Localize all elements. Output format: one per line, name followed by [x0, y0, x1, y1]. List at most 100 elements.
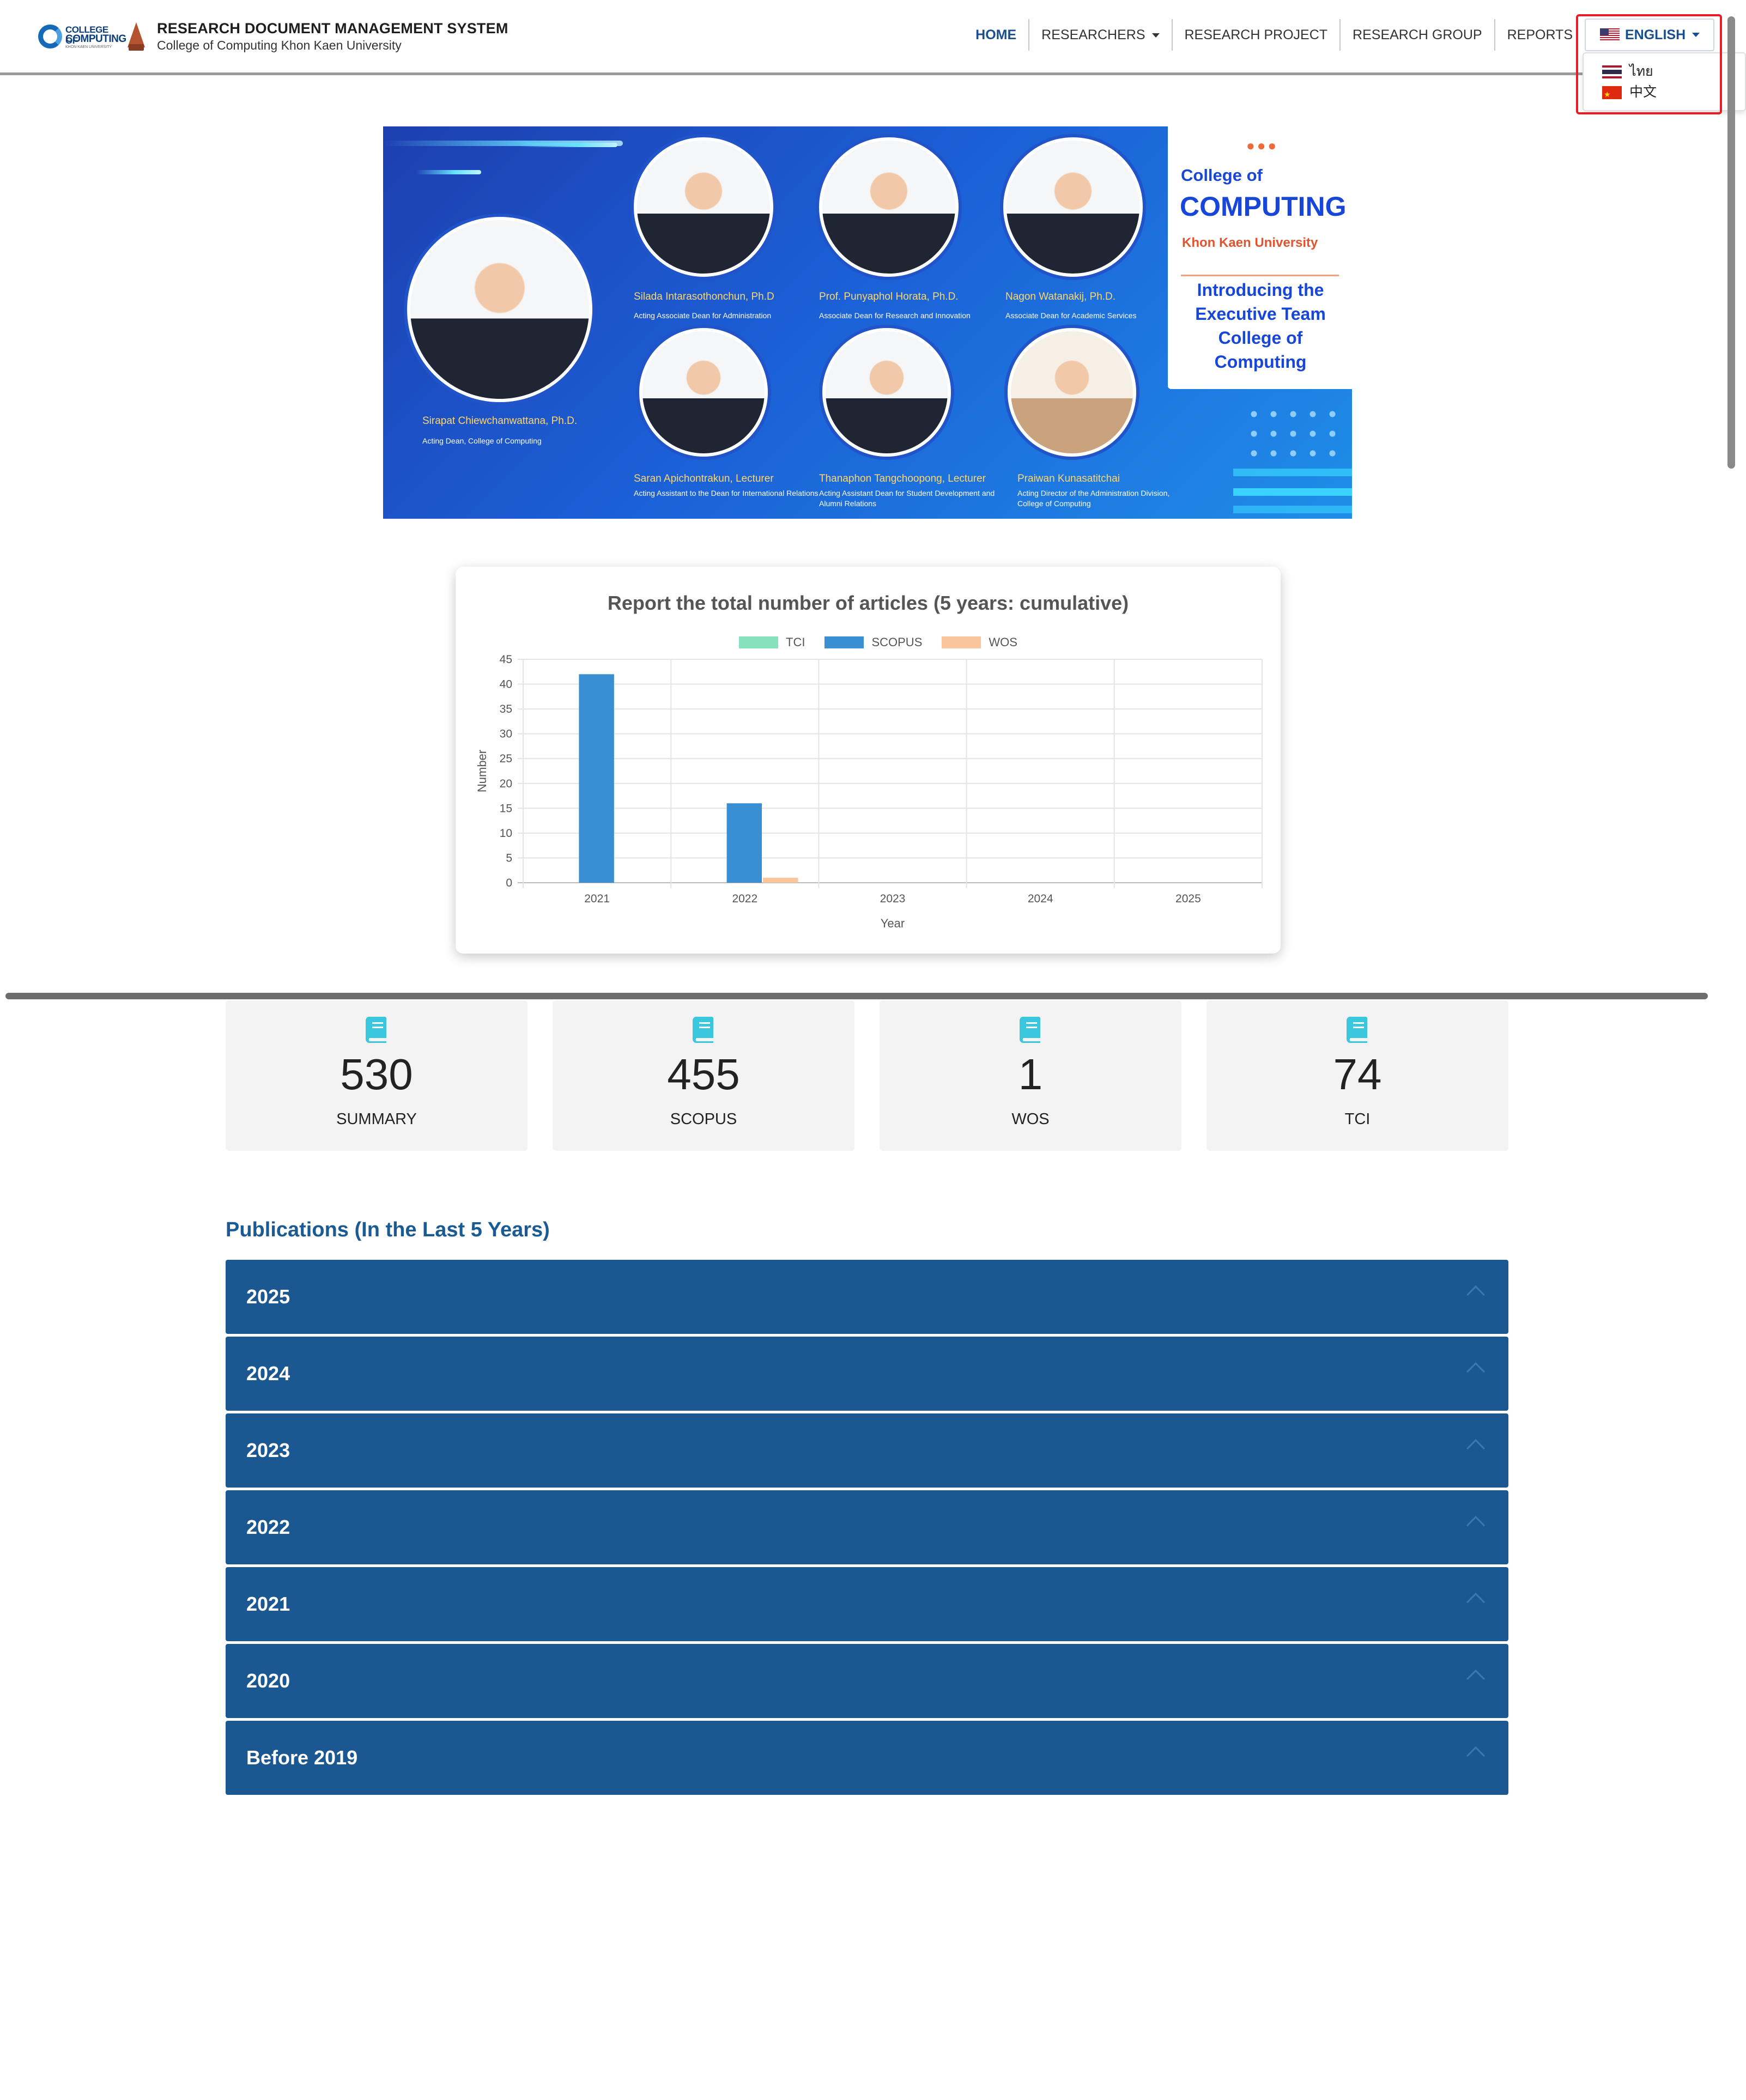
accordion-year-2024[interactable]: 2024 [226, 1337, 1508, 1411]
scrollbar[interactable] [1727, 16, 1735, 469]
nav-home[interactable]: HOME [963, 19, 1030, 51]
accordion-label: 2022 [246, 1516, 290, 1538]
banner-title-panel: ●●● College of COMPUTING Khon Kaen Unive… [1168, 126, 1352, 389]
bar-chart-svg: 0510152025303540452021 2022 2023 2024 2025Ye… [475, 653, 1263, 930]
book-icon [1346, 1017, 1367, 1043]
x-tick-label: 2021 [584, 893, 610, 905]
language-dropdown-menu: ไทย 中文 [1583, 52, 1746, 111]
banner-college-label: College of [1181, 166, 1263, 185]
x-tick-label: 2025 [1175, 893, 1201, 905]
banner-computing-label: COMPUTING [1180, 191, 1347, 222]
stat-label: TCI [1344, 1110, 1371, 1128]
y-tick-label: 30 [500, 728, 512, 741]
bar-scopus-2021 [579, 674, 614, 883]
x-axis-title: Year [881, 917, 905, 930]
y-tick-label: 5 [506, 852, 512, 864]
accordion-label: 2023 [246, 1439, 290, 1461]
articles-chart-card: Report the total number of articles (5 y… [456, 567, 1281, 954]
stat-label: SUMMARY [336, 1110, 417, 1128]
language-option-label: ไทย [1629, 64, 1653, 79]
person-name: Sirapat Chiewchanwattana, Ph.D. [422, 415, 578, 427]
nav-reports[interactable]: REPORTS [1495, 19, 1585, 51]
y-tick-label: 45 [500, 653, 512, 666]
th-flag-icon [1602, 65, 1622, 79]
us-flag-icon [1600, 28, 1620, 41]
accordion-year-2021[interactable]: 2021 [226, 1567, 1508, 1641]
person-role: Acting Assistant Dean for Student Develo… [819, 489, 995, 508]
portrait-photo [634, 137, 773, 277]
nav-research-project[interactable]: RESEARCH PROJECT [1173, 19, 1341, 51]
stat-label: WOS [1011, 1110, 1050, 1128]
nav-researchers[interactable]: RESEARCHERS [1029, 19, 1173, 51]
accordion-label: 2024 [246, 1362, 290, 1385]
dot-grid-decoration [1244, 404, 1342, 470]
chevron-up-icon [1466, 1593, 1485, 1611]
person-role: Acting Director of the Administration Di… [1017, 489, 1170, 508]
stat-value: 455 [667, 1050, 740, 1098]
chevron-up-icon [1466, 1285, 1485, 1304]
person-name: Silada Intarasothonchun, Ph.D [634, 291, 774, 302]
person-name: Nagon Watanakij, Ph.D. [1005, 291, 1116, 302]
publications-heading: Publications (In the Last 5 Years) [226, 1218, 550, 1241]
accordion-label: 2025 [246, 1285, 290, 1308]
person-name: Prof. Punyaphol Horata, Ph.D. [819, 291, 959, 302]
portrait-photo [1008, 328, 1136, 457]
stat-card-summary: 530 SUMMARY [226, 1000, 528, 1151]
person-role: Acting Associate Dean for Administration [634, 311, 772, 320]
main-nav: HOME RESEARCHERS RESEARCH PROJECT RESEAR… [963, 19, 1746, 51]
accordion-label: 2021 [246, 1593, 290, 1615]
site-subtitle: College of Computing Khon Kaen Universit… [157, 38, 402, 52]
portrait-photo [407, 217, 592, 402]
bar-wos-2022 [763, 877, 798, 883]
person-role: Acting Assistant to the Dean for Interna… [634, 489, 819, 497]
college-of-computing-logo: COLLEGE OF COMPUTING KHON KAEN UNIVERSIT… [38, 21, 126, 52]
person-name: Saran Apichontrakun, Lecturer [634, 473, 774, 484]
language-current-label: ENGLISH [1625, 27, 1686, 43]
executive-team-banner: ●●● College of COMPUTING Khon Kaen Unive… [383, 126, 1352, 519]
stat-card-tci: 74 TCI [1207, 1000, 1508, 1151]
section-divider [5, 993, 1708, 999]
x-tick-label: 2022 [732, 893, 757, 905]
stat-value: 1 [1018, 1050, 1043, 1098]
accordion-year-2020[interactable]: 2020 [226, 1644, 1508, 1718]
stat-label: SCOPUS [670, 1110, 737, 1128]
person-role: Associate Dean for Research and Innovati… [819, 311, 971, 320]
person-name: Thanaphon Tangchoopong, Lecturer [819, 473, 986, 484]
stat-value: 530 [340, 1050, 413, 1098]
y-tick-label: 15 [500, 802, 512, 815]
accordion-year-2023[interactable]: 2023 [226, 1413, 1508, 1488]
portrait-photo [1003, 137, 1143, 277]
x-tick-label: 2024 [1028, 893, 1053, 905]
stat-card-scopus: 455 SCOPUS [553, 1000, 854, 1151]
x-tick-label: 2023 [880, 893, 906, 905]
chevron-up-icon [1466, 1439, 1485, 1458]
chevron-up-icon [1466, 1516, 1485, 1534]
nav-research-group[interactable]: RESEARCH GROUP [1341, 19, 1495, 51]
person-name: Praiwan Kunasatitchai [1017, 473, 1120, 484]
y-tick-label: 0 [506, 877, 512, 889]
accordion-label: Before 2019 [246, 1746, 358, 1769]
stat-card-wos: 1 WOS [880, 1000, 1181, 1151]
caret-down-icon [1151, 33, 1160, 38]
accordion-before-2019[interactable]: Before 2019 [226, 1721, 1508, 1795]
portrait-photo [819, 137, 959, 277]
language-option-chinese[interactable]: 中文 [1584, 82, 1745, 105]
brand[interactable]: COLLEGE OF COMPUTING KHON KAEN UNIVERSIT… [38, 19, 508, 54]
accordion-label: 2020 [246, 1670, 290, 1692]
bar-scopus-2022 [726, 803, 762, 883]
accordion-year-2022[interactable]: 2022 [226, 1490, 1508, 1564]
chevron-up-icon [1466, 1670, 1485, 1688]
language-option-thai[interactable]: ไทย [1584, 61, 1745, 82]
site-title: RESEARCH DOCUMENT MANAGEMENT SYSTEM [157, 20, 508, 37]
y-tick-label: 40 [500, 678, 512, 691]
portrait-photo [639, 328, 768, 457]
person-role: Acting Dean, College of Computing [422, 436, 542, 445]
book-icon [692, 1017, 713, 1043]
banner-university-label: Khon Kaen University [1182, 235, 1318, 250]
chevron-up-icon [1466, 1746, 1485, 1765]
person-role: Associate Dean for Academic Services [1005, 311, 1137, 320]
language-dropdown-button[interactable]: ENGLISH [1585, 19, 1714, 51]
kku-logo [125, 20, 147, 53]
y-tick-label: 20 [500, 778, 512, 790]
accordion-year-2025[interactable]: 2025 [226, 1260, 1508, 1334]
